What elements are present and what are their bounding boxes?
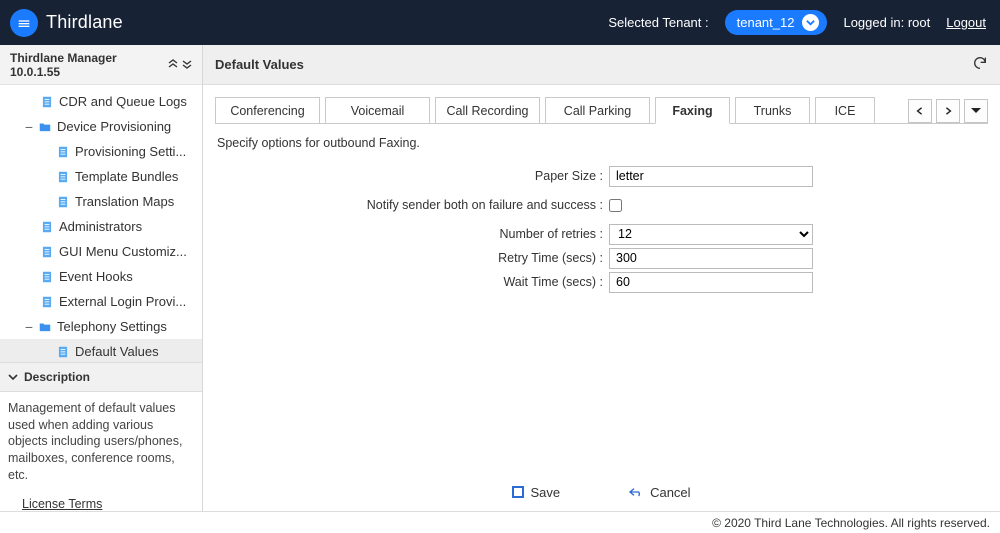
tenant-name: tenant_12: [737, 15, 795, 30]
tenant-dropdown[interactable]: tenant_12: [725, 10, 828, 35]
tabs-next-button[interactable]: [936, 99, 960, 123]
chevron-down-icon: [802, 14, 819, 31]
tabs-overflow-button[interactable]: [964, 99, 988, 123]
tenant-label: Selected Tenant :: [608, 15, 708, 30]
expand-down-icon[interactable]: [182, 58, 192, 72]
retry-time-input[interactable]: [609, 248, 813, 269]
tab-bar: Conferencing Voicemail Call Recording Ca…: [203, 85, 1000, 124]
description-title: Description: [24, 370, 90, 384]
tree-item-device-provisioning[interactable]: −Device Provisioning: [0, 114, 202, 139]
description-header[interactable]: Description: [0, 362, 202, 392]
license-link[interactable]: License Terms: [0, 494, 202, 511]
tab-ice[interactable]: ICE: [815, 97, 875, 124]
notify-label: Notify sender both on failure and succes…: [203, 198, 609, 213]
retry-time-label: Retry Time (secs) :: [203, 251, 609, 265]
retries-select[interactable]: 12: [609, 224, 813, 245]
tree-item-default-values[interactable]: Default Values: [0, 339, 202, 362]
tree-item-gui-menu[interactable]: GUI Menu Customiz...: [0, 239, 202, 264]
tab-conferencing[interactable]: Conferencing: [215, 97, 320, 124]
tabs-prev-button[interactable]: [908, 99, 932, 123]
notify-checkbox[interactable]: [609, 199, 622, 212]
undo-icon: [628, 486, 644, 498]
tree-item-translation-maps[interactable]: Translation Maps: [0, 189, 202, 214]
chevron-down-icon: [8, 372, 18, 382]
tab-voicemail[interactable]: Voicemail: [325, 97, 430, 124]
paper-size-label: Paper Size :: [203, 169, 609, 183]
refresh-icon[interactable]: [972, 55, 988, 74]
sidebar-header: Thirdlane Manager 10.0.1.55: [0, 45, 202, 85]
cancel-button[interactable]: Cancel: [628, 485, 690, 500]
paper-size-input[interactable]: [609, 166, 813, 187]
brand-name: Thirdlane: [46, 12, 123, 33]
collapse-up-icon[interactable]: [168, 58, 178, 72]
tree-item-provisioning-settings[interactable]: Provisioning Setti...: [0, 139, 202, 164]
logged-in-label: Logged in:: [843, 15, 904, 30]
tab-call-parking[interactable]: Call Parking: [545, 97, 650, 124]
brand-wrap: Thirdlane: [10, 9, 123, 37]
tab-call-recording[interactable]: Call Recording: [435, 97, 540, 124]
copyright: © 2020 Third Lane Technologies. All righ…: [712, 516, 990, 530]
tree-item-administrators[interactable]: Administrators: [0, 214, 202, 239]
content-pane: Default Values Conferencing Voicemail Ca…: [203, 45, 1000, 511]
brand-logo-icon: [10, 9, 38, 37]
logout-link[interactable]: Logout: [946, 15, 986, 30]
logged-in-wrap: Logged in: root: [843, 15, 930, 30]
content-header: Default Values: [203, 45, 1000, 85]
tree-item-event-hooks[interactable]: Event Hooks: [0, 264, 202, 289]
tree-item-template-bundles[interactable]: Template Bundles: [0, 164, 202, 189]
tab-trunks[interactable]: Trunks: [735, 97, 810, 124]
faxing-form: Paper Size : Notify sender both on failu…: [203, 156, 1000, 294]
sidebar-resize-handle[interactable]: [203, 45, 209, 511]
retries-label: Number of retries :: [203, 227, 609, 241]
product-version: Thirdlane Manager 10.0.1.55: [10, 51, 168, 79]
tree-item-cdr[interactable]: CDR and Queue Logs: [0, 89, 202, 114]
tree-item-external-login[interactable]: External Login Provi...: [0, 289, 202, 314]
logged-in-user: root: [908, 15, 930, 30]
tab-underline: [215, 123, 988, 124]
nav-tree: CDR and Queue Logs −Device Provisioning …: [0, 85, 202, 362]
sidebar: Thirdlane Manager 10.0.1.55 CDR and Queu…: [0, 45, 203, 511]
tree-item-telephony-settings[interactable]: −Telephony Settings: [0, 314, 202, 339]
description-text: Management of default values used when a…: [0, 392, 202, 494]
save-button[interactable]: Save: [512, 485, 560, 500]
save-icon: [512, 486, 524, 498]
minus-icon: −: [22, 319, 36, 335]
tab-faxing[interactable]: Faxing: [655, 97, 730, 124]
footer: © 2020 Third Lane Technologies. All righ…: [0, 511, 1000, 533]
action-bar: Save Cancel: [203, 477, 1000, 511]
page-title: Default Values: [215, 57, 304, 72]
wait-time-label: Wait Time (secs) :: [203, 275, 609, 289]
topbar: Thirdlane Selected Tenant : tenant_12 Lo…: [0, 0, 1000, 45]
minus-icon: −: [22, 119, 36, 135]
wait-time-input[interactable]: [609, 272, 813, 293]
tab-description: Specify options for outbound Faxing.: [203, 124, 1000, 156]
